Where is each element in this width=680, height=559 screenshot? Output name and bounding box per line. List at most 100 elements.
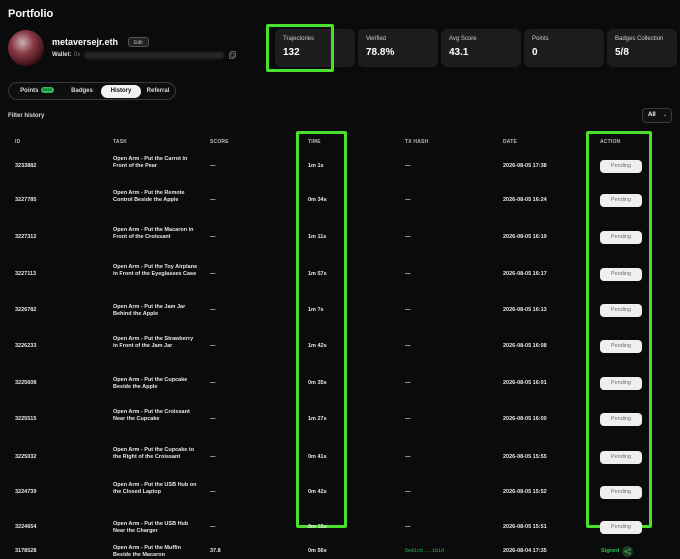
column-header-task: TASK [113,139,128,145]
pending-button[interactable]: Pending [600,521,642,534]
pending-button[interactable]: Pending [600,451,642,464]
copy-icon[interactable] [229,51,236,59]
row-date: 2026-08-05 15:52 [503,489,547,495]
table-row: 3226233 Open Arm - Put the Strawberry in … [0,329,680,365]
column-header-score: SCORE [210,139,229,145]
row-date: 2026-08-05 17:38 [503,163,547,169]
row-tx-hash: — [405,307,411,313]
row-date: 2026-08-05 16:13 [503,307,547,313]
row-time: 1m 57s [308,271,327,277]
stat-label: Badges Collection [615,36,664,42]
row-date: 2026-08-05 16:08 [503,343,547,349]
row-tx-hash: — [405,416,411,422]
tab-history[interactable]: History [101,85,141,98]
stat-card-points: Points 0 [524,29,604,67]
filter-select[interactable]: All ⌄ [642,108,672,123]
avatar[interactable] [8,30,44,66]
table-row: 3227785 Open Arm - Put the Remote Control… [0,183,680,219]
row-score: — [210,271,216,277]
pending-button[interactable]: Pending [600,486,642,499]
row-date: 2026-08-05 16:01 [503,380,547,386]
row-id: 3225608 [15,380,37,386]
row-time: 0m 56s [308,548,327,554]
table-row: 3225608 Open Arm - Put the Cupcake Beside… [0,366,680,402]
pending-button[interactable]: Pending [600,231,642,244]
stat-value: 5/8 [615,47,629,58]
row-tx-hash[interactable]: 5e81cb...1b1d [405,548,444,554]
row-score: — [210,307,216,313]
column-header-id: ID [15,139,21,145]
new-badge: NEW [40,87,54,93]
row-tx-hash: — [405,343,411,349]
pending-button[interactable]: Pending [600,377,642,390]
row-id: 3225515 [15,416,37,422]
row-score: — [210,163,216,169]
pending-button[interactable]: Pending [600,194,642,207]
tab-referral[interactable]: Referral [141,85,175,98]
row-tx-hash: — [405,163,411,169]
edit-profile-button[interactable]: Edit [128,37,149,47]
row-task: Open Arm - Put the Cupcake to the Right … [113,447,195,460]
row-score: — [210,343,216,349]
username: metaversejr.eth [52,37,119,47]
row-score: 37.8 [210,548,221,554]
row-task: Open Arm - Put the Remote Control Beside… [113,190,185,203]
tab-label: Points [20,88,39,94]
row-task: Open Arm - Put the Jam Jar Behind the Ap… [113,304,186,317]
filter-history-label: Filter history [8,113,45,119]
stat-value: 0 [532,47,538,58]
row-task: Open Arm - Put the Carrot in Front of th… [113,156,188,169]
stat-value: 78.8% [366,47,395,58]
row-time: 0m 42s [308,489,327,495]
pending-button[interactable]: Pending [600,413,642,426]
stat-card-badges-collection: Badges Collection 5/8 [607,29,677,67]
pending-button[interactable]: Pending [600,340,642,353]
row-time: 1m 7s [308,307,324,313]
row-date: 2026-08-04 17:35 [503,548,547,554]
wallet-address-redacted [84,52,224,59]
row-time: 1m 27s [308,416,327,422]
table-row: 3227113 Open Arm - Put the Toy Airplane i… [0,257,680,293]
table-row: 3226782 Open Arm - Put the Jam Jar Behind… [0,293,680,329]
profile-header: metaversejr.eth Edit Wallet: 0x [8,30,258,70]
tab-badges[interactable]: Badges [63,85,101,98]
row-score: — [210,380,216,386]
row-score: — [210,416,216,422]
row-task: Open Arm - Put the Cupcake Beside the Ap… [113,377,188,390]
signed-status: Signed [601,548,620,554]
row-id: 3224739 [15,489,37,495]
row-id: 3226782 [15,307,37,313]
pending-button[interactable]: Pending [600,268,642,281]
row-time: 0m 15s [308,524,327,530]
row-tx-hash: — [405,234,411,240]
stat-card-verified: Verified 78.8% [358,29,438,67]
pending-button[interactable]: Pending [600,304,642,317]
stat-label: Avg Score [449,36,477,42]
row-tx-hash: — [405,380,411,386]
row-date: 2026-08-05 16:24 [503,197,547,203]
row-id: 3227785 [15,197,37,203]
table-row: 3227312 Open Arm - Put the Macaron in Fro… [0,220,680,256]
tab-points[interactable]: Points NEW [13,85,61,98]
row-time: 1m 42s [308,343,327,349]
row-task: Open Arm - Put the Macaron in Front of t… [113,227,194,240]
row-tx-hash: — [405,524,411,530]
stat-card-avg-score: Avg Score 43.1 [441,29,521,67]
row-date: 2026-08-05 16:17 [503,271,547,277]
row-time: 0m 34s [308,197,327,203]
row-score: — [210,197,216,203]
row-id: 3178528 [15,548,37,554]
portfolio-tabs: Points NEW Badges History Referral [8,82,176,100]
share-icon[interactable] [622,546,633,557]
highlight-box-trajectories [266,24,334,72]
table-row: 3233882 Open Arm - Put the Carrot in Fron… [0,149,680,185]
row-time: 1m 11s [308,234,327,240]
row-id: 3224654 [15,524,37,530]
wallet-address: 0x [74,52,81,58]
row-score: — [210,524,216,530]
row-time: 0m 41s [308,454,327,460]
pending-button[interactable]: Pending [600,160,642,173]
row-id: 3233882 [15,163,37,169]
row-tx-hash: — [405,271,411,277]
row-task: Open Arm - Put the USB Hub Near the Char… [113,521,189,534]
